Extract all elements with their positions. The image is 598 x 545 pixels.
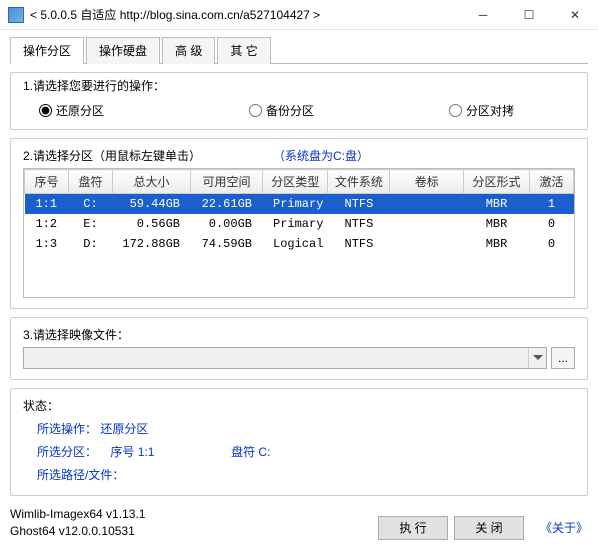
th-fs[interactable]: 文件系统 (328, 170, 390, 194)
image-path-combo[interactable] (23, 347, 547, 369)
close-button[interactable]: 关 闭 (454, 516, 524, 540)
cell-drive: E: (69, 214, 113, 234)
th-total[interactable]: 总大小 (113, 170, 191, 194)
table-row[interactable]: 1:2 E: 0.56GB 0.00GB Primary NTFS MBR 0 (25, 214, 574, 234)
system-disk-hint: （系统盘为C:盘） (273, 147, 369, 164)
cell-vol (390, 194, 464, 215)
tab-partition[interactable]: 操作分区 (10, 37, 84, 64)
window-title: < 5.0.0.5 自适应 http://blog.sina.com.cn/a5… (30, 6, 460, 23)
about-link[interactable]: 《关于》 (540, 516, 588, 540)
radio-backup-label: 备份分区 (266, 102, 314, 119)
radio-backup[interactable]: 备份分区 (249, 102, 449, 119)
th-drive[interactable]: 盘符 (69, 170, 113, 194)
cell-total: 59.44GB (113, 194, 191, 215)
version-info: Wimlib-Imagex64 v1.13.1 Ghost64 v12.0.0.… (10, 506, 372, 540)
version-wimlib: Wimlib-Imagex64 v1.13.1 (10, 506, 372, 523)
tab-strip: 操作分区 操作硬盘 高 级 其 它 (10, 36, 588, 64)
th-form[interactable]: 分区形式 (464, 170, 530, 194)
execute-button[interactable]: 执 行 (378, 516, 448, 540)
cell-form: MBR (464, 234, 530, 254)
cell-act: 0 (530, 214, 574, 234)
th-free[interactable]: 可用空间 (191, 170, 263, 194)
status-drive-value: C: (258, 445, 270, 459)
minimize-button[interactable]: ─ (460, 0, 506, 30)
cell-seq: 1:1 (25, 194, 69, 215)
maximize-button[interactable]: ☐ (506, 0, 552, 30)
partition-table-wrap[interactable]: 序号 盘符 总大小 可用空间 分区类型 文件系统 卷标 分区形式 激活 1:1 … (23, 168, 575, 298)
radio-clone[interactable]: 分区对拷 (449, 102, 514, 119)
radio-clone-input[interactable] (449, 104, 462, 117)
status-op-label: 所选操作： (37, 422, 97, 436)
title-bar: < 5.0.0.5 自适应 http://blog.sina.com.cn/a5… (0, 0, 598, 30)
status-path-label: 所选路径/文件： (37, 468, 124, 482)
table-row[interactable]: 1:1 C: 59.44GB 22.61GB Primary NTFS MBR … (25, 194, 574, 215)
partition-table: 序号 盘符 总大小 可用空间 分区类型 文件系统 卷标 分区形式 激活 1:1 … (24, 169, 574, 254)
cell-free: 0.00GB (191, 214, 263, 234)
cell-drive: D: (69, 234, 113, 254)
status-part-label: 所选分区： (37, 445, 97, 459)
cell-act: 0 (530, 234, 574, 254)
cell-free: 74.59GB (191, 234, 263, 254)
radio-backup-input[interactable] (249, 104, 262, 117)
image-group: 3.请选择映像文件： ... (10, 317, 588, 380)
chevron-down-icon[interactable] (528, 348, 546, 368)
cell-ptype: Primary (263, 194, 328, 215)
status-title: 状态： (23, 397, 575, 414)
th-ptype[interactable]: 分区类型 (263, 170, 328, 194)
radio-clone-label: 分区对拷 (466, 102, 514, 119)
footer: Wimlib-Imagex64 v1.13.1 Ghost64 v12.0.0.… (10, 506, 588, 540)
status-seq-label: 序号 (110, 445, 137, 459)
cell-fs: NTFS (328, 214, 390, 234)
status-drive-label: 盘符 (231, 445, 258, 459)
cell-ptype: Primary (263, 214, 328, 234)
status-op-value: 还原分区 (100, 422, 148, 436)
partition-group: 2.请选择分区（用鼠标左键单击） （系统盘为C:盘） 序号 盘符 总大小 可用空… (10, 138, 588, 309)
th-vol[interactable]: 卷标 (390, 170, 464, 194)
cell-free: 22.61GB (191, 194, 263, 215)
close-window-button[interactable]: ✕ (552, 0, 598, 30)
cell-form: MBR (464, 214, 530, 234)
app-icon (8, 7, 24, 23)
radio-restore-label: 还原分区 (56, 102, 104, 119)
version-ghost: Ghost64 v12.0.0.10531 (10, 523, 372, 540)
status-group: 状态： 所选操作： 还原分区 所选分区： 序号 1:1 盘符 C: 所选路径/文… (10, 388, 588, 496)
th-act[interactable]: 激活 (530, 170, 574, 194)
tab-other[interactable]: 其 它 (217, 37, 270, 64)
partition-title: 2.请选择分区（用鼠标左键单击） (23, 147, 201, 164)
tab-advanced[interactable]: 高 级 (162, 37, 215, 64)
image-title: 3.请选择映像文件： (23, 326, 575, 343)
cell-fs: NTFS (328, 234, 390, 254)
status-seq-value: 1:1 (138, 445, 155, 459)
cell-vol (390, 234, 464, 254)
cell-total: 172.88GB (113, 234, 191, 254)
operation-title: 1.请选择您要进行的操作： (23, 77, 575, 94)
radio-restore-input[interactable] (39, 104, 52, 117)
browse-button[interactable]: ... (551, 347, 575, 369)
cell-seq: 1:3 (25, 234, 69, 254)
cell-ptype: Logical (263, 234, 328, 254)
cell-act: 1 (530, 194, 574, 215)
th-seq[interactable]: 序号 (25, 170, 69, 194)
tab-disk[interactable]: 操作硬盘 (86, 37, 160, 64)
cell-total: 0.56GB (113, 214, 191, 234)
cell-drive: C: (69, 194, 113, 215)
radio-restore[interactable]: 还原分区 (39, 102, 249, 119)
operation-group: 1.请选择您要进行的操作： 还原分区 备份分区 分区对拷 (10, 72, 588, 130)
cell-form: MBR (464, 194, 530, 215)
cell-fs: NTFS (328, 194, 390, 215)
table-row[interactable]: 1:3 D: 172.88GB 74.59GB Logical NTFS MBR… (25, 234, 574, 254)
cell-seq: 1:2 (25, 214, 69, 234)
cell-vol (390, 214, 464, 234)
